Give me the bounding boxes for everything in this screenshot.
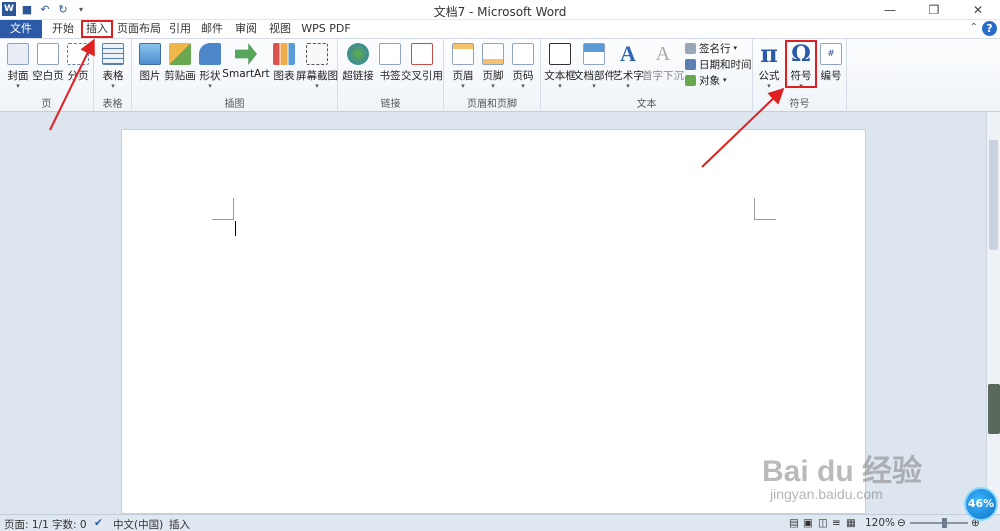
web-layout-view-icon[interactable]: ◫ — [818, 517, 828, 529]
hyperlink-icon — [347, 43, 369, 65]
close-button[interactable]: ✕ — [956, 0, 1000, 20]
blank-page-icon — [37, 43, 59, 65]
restore-button[interactable]: ❐ — [912, 0, 956, 20]
status-bar: 页面: 1/1 字数: 0 ✔ 中文(中国) 插入 ▤ ▣ ◫ ≡ ▦ 120%… — [0, 514, 1000, 531]
ribbon-tabs: 文件 开始 插入 页面布局 引用 邮件 审阅 视图 WPS PDF ⌃ ? — [0, 20, 1000, 38]
text-cursor — [235, 221, 236, 236]
page-number-icon — [512, 43, 534, 65]
word-count[interactable]: 字数: 0 — [52, 517, 87, 531]
draft-view-icon[interactable]: ▦ — [846, 517, 856, 529]
baidu-watermark: Bai du 经验 — [762, 455, 923, 488]
signature-line-button[interactable]: 签名行 ▾ — [685, 41, 737, 55]
group-links: 超链接 书签 交叉引用 链接 — [338, 39, 444, 112]
scrollbar-thumb[interactable] — [989, 140, 998, 250]
group-illustrations: 图片 剪贴画 形状 ▾ SmartArt 图表 屏幕截图 ▾ 插图 — [132, 39, 338, 112]
zoom-out-icon[interactable]: ⊖ — [897, 517, 906, 529]
minimize-button[interactable]: — — [868, 0, 912, 20]
table-icon — [102, 43, 124, 65]
bookmark-icon — [379, 43, 401, 65]
drop-cap-button[interactable]: A 首字下沉 — [642, 41, 684, 95]
tab-mailings[interactable]: 邮件 — [198, 20, 226, 38]
window-title: 文档7 - Microsoft Word — [433, 5, 567, 19]
full-screen-view-icon[interactable]: ▣ — [803, 517, 813, 529]
group-symbols: π 公式 ▾ Ω 符号 ▾ # 编号 符号 — [753, 39, 847, 112]
print-layout-view-icon[interactable]: ▤ — [789, 517, 799, 529]
zoom-slider[interactable] — [910, 522, 968, 524]
title-bar: W ■ ↶ ↻ ▾ 文档7 - Microsoft Word — ❐ ✕ — [0, 0, 1000, 20]
vertical-scrollbar[interactable] — [986, 112, 1000, 514]
screenshot-icon — [306, 43, 328, 65]
help-icon[interactable]: ? — [982, 21, 997, 36]
insert-mode[interactable]: 插入 — [169, 517, 190, 531]
ribbon-insert: 封面 ▾ 空白页 分页 页 表格 ▾ 表格 图片 剪贴画 形状 ▾ SmartA… — [0, 38, 1000, 112]
margin-mark-left — [212, 198, 234, 220]
numbering-button[interactable]: # 编号 — [815, 41, 847, 95]
tab-review[interactable]: 审阅 — [232, 20, 260, 38]
page-break-icon — [67, 43, 89, 65]
margin-mark-right — [754, 198, 776, 220]
group-header-footer: 页眉 ▾ 页脚 ▾ 页码 ▾ 页眉和页脚 — [444, 39, 541, 112]
symbol-highlight-box — [785, 40, 817, 88]
language[interactable]: 中文(中国) — [113, 517, 163, 531]
zoom-slider-knob[interactable] — [942, 518, 947, 528]
shapes-icon — [199, 43, 221, 65]
drop-cap-icon: A — [655, 43, 671, 65]
tab-insert[interactable]: 插入 — [81, 20, 113, 38]
smartart-icon — [235, 43, 257, 65]
group-pages: 封面 ▾ 空白页 分页 页 — [0, 39, 94, 112]
collapse-ribbon-icon[interactable]: ⌃ — [970, 22, 978, 33]
clip-art-icon — [169, 43, 191, 65]
footer-icon — [482, 43, 504, 65]
tab-page-layout[interactable]: 页面布局 — [117, 20, 161, 38]
cross-reference-icon — [411, 43, 433, 65]
screenshot-button[interactable]: 屏幕截图 ▾ — [296, 41, 338, 95]
cross-reference-button[interactable]: 交叉引用 — [401, 41, 443, 95]
chart-icon — [273, 43, 295, 65]
baidu-watermark-url: jingyan.baidu.com — [770, 486, 883, 502]
page-count[interactable]: 页面: 1/1 — [4, 517, 49, 531]
pi-icon: π — [760, 39, 778, 68]
object-icon — [685, 74, 696, 86]
date-time-button[interactable]: 日期和时间 — [685, 57, 752, 71]
calendar-icon — [685, 58, 696, 70]
header-icon — [452, 43, 474, 65]
outline-view-icon[interactable]: ≡ — [832, 517, 841, 529]
zoom-level[interactable]: 120% — [865, 517, 895, 529]
picture-icon — [139, 43, 161, 65]
wordart-icon: A — [620, 41, 636, 66]
tab-wps-pdf[interactable]: WPS PDF — [300, 20, 352, 38]
tab-file[interactable]: 文件 — [0, 20, 42, 38]
tab-view[interactable]: 视图 — [266, 20, 294, 38]
document-page[interactable] — [121, 129, 866, 514]
side-widget[interactable] — [988, 384, 1000, 434]
speed-badge[interactable]: 46% — [964, 487, 998, 521]
tab-references[interactable]: 引用 — [166, 20, 194, 38]
proofing-icon[interactable]: ✔ — [94, 517, 103, 529]
tab-home[interactable]: 开始 — [48, 20, 78, 38]
group-text: 文本框 ▾ 文档部件 ▾ A 艺术字 ▾ A 首字下沉 签名行 ▾ 日期和时间 对象 ▾ … — [541, 39, 753, 112]
text-box-icon — [549, 43, 571, 65]
numbering-icon: # — [820, 43, 842, 65]
quick-parts-icon — [583, 43, 605, 65]
signature-line-icon — [685, 42, 696, 54]
cover-page-icon — [7, 43, 29, 65]
object-button[interactable]: 对象 ▾ — [685, 73, 727, 87]
